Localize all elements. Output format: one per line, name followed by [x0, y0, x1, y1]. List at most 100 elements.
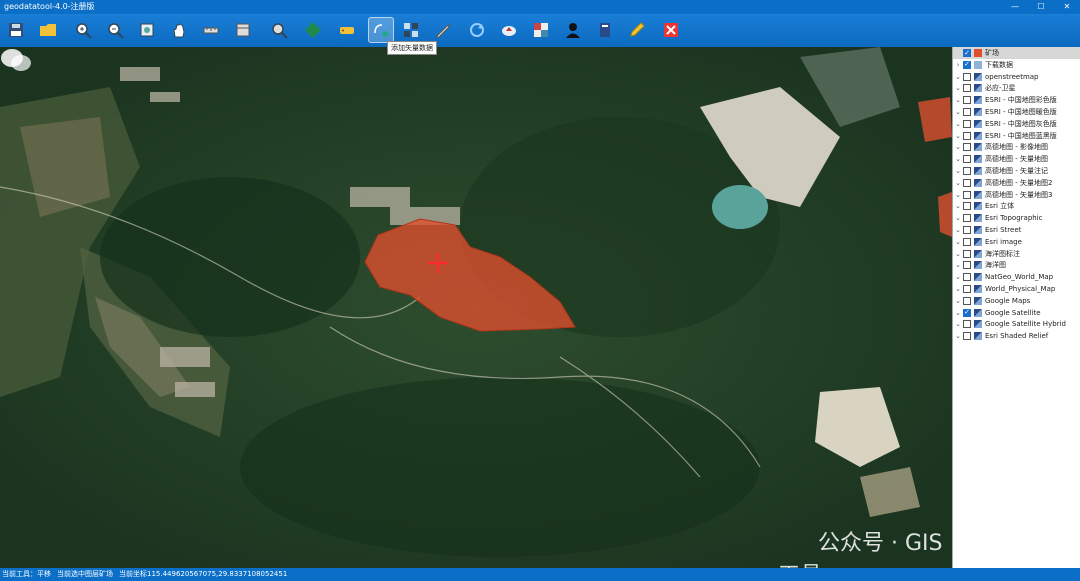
book-button[interactable]	[592, 17, 618, 43]
layer-checkbox[interactable]	[963, 178, 971, 187]
layer-item[interactable]: ⌄ 海洋图	[953, 259, 1080, 271]
layer-style-button[interactable]	[300, 17, 326, 43]
expand-icon[interactable]: ⌄	[953, 214, 963, 222]
layer-checkbox[interactable]	[963, 285, 971, 293]
measure-area-button[interactable]	[230, 17, 256, 43]
layer-item[interactable]: ⌄ Esri Topographic	[953, 212, 1080, 224]
layer-item[interactable]: ⌄ Google Satellite Hybrid	[953, 318, 1080, 330]
expand-icon[interactable]: ⌄	[953, 108, 963, 116]
tiles-button[interactable]	[528, 17, 554, 43]
layer-checkbox[interactable]	[963, 273, 971, 282]
expand-icon[interactable]: ⌄	[953, 261, 963, 269]
close-button[interactable]	[658, 17, 684, 43]
expand-icon[interactable]: ⌄	[953, 332, 963, 340]
layer-checkbox[interactable]	[963, 131, 971, 140]
minimize-icon[interactable]: —	[1002, 0, 1028, 14]
expand-icon[interactable]: ⌄	[953, 250, 963, 258]
user-button[interactable]	[560, 17, 586, 43]
layer-checkbox[interactable]	[963, 261, 971, 270]
map-canvas[interactable]: 公众号 · GIS工具	[0, 47, 952, 568]
layer-checkbox[interactable]	[963, 320, 971, 329]
layer-item[interactable]: 矿场	[953, 47, 1080, 59]
layer-item[interactable]: ⌄ Esri Shaded Relief	[953, 330, 1080, 342]
layer-checkbox[interactable]	[963, 49, 971, 57]
expand-icon[interactable]: ⌄	[953, 297, 963, 305]
layer-checkbox[interactable]	[963, 190, 971, 199]
layer-checkbox[interactable]	[963, 72, 971, 81]
layer-checkbox[interactable]	[963, 96, 971, 105]
tools-button[interactable]	[430, 17, 456, 43]
layer-checkbox[interactable]	[963, 60, 971, 69]
expand-icon[interactable]: ⌄	[953, 320, 963, 328]
expand-icon[interactable]: ›	[953, 61, 963, 69]
layer-item[interactable]: ⌄ 高德地图 - 影像地图	[953, 141, 1080, 153]
expand-icon[interactable]: ⌄	[953, 202, 963, 210]
expand-icon[interactable]: ⌄	[953, 96, 963, 104]
expand-icon[interactable]: ⌄	[953, 273, 963, 281]
expand-icon[interactable]: ⌄	[953, 285, 963, 293]
add-vector-button[interactable]	[368, 17, 394, 43]
layer-item[interactable]: › 下载数据	[953, 59, 1080, 71]
layer-checkbox[interactable]	[963, 296, 971, 305]
layer-item[interactable]: ⌄ 必应-卫星	[953, 82, 1080, 94]
layer-checkbox[interactable]	[963, 214, 971, 223]
layer-checkbox[interactable]	[963, 202, 971, 211]
maximize-icon[interactable]: ☐	[1028, 0, 1054, 14]
zoom-in-button[interactable]	[70, 17, 96, 43]
layer-item[interactable]: ⌄ 海洋图标注	[953, 248, 1080, 260]
layer-checkbox[interactable]	[963, 143, 971, 152]
layer-checkbox[interactable]	[963, 308, 971, 317]
layer-item[interactable]: ⌄ Esri Street	[953, 224, 1080, 236]
layer-checkbox[interactable]	[963, 108, 971, 116]
layer-item[interactable]: ⌄ 高德地图 - 矢量注记	[953, 165, 1080, 177]
layer-item[interactable]: ⌄ Google Maps	[953, 295, 1080, 307]
layer-checkbox[interactable]	[963, 249, 971, 258]
full-extent-button[interactable]	[134, 17, 160, 43]
layer-item[interactable]: ⌄ openstreetmap	[953, 71, 1080, 83]
layer-item[interactable]: ⌄ NatGeo_World_Map	[953, 271, 1080, 283]
expand-icon[interactable]: ⌄	[953, 132, 963, 140]
layer-checkbox[interactable]	[963, 237, 971, 246]
expand-icon[interactable]: ⌄	[953, 191, 963, 199]
window-close-icon[interactable]: ✕	[1054, 0, 1080, 14]
layer-item[interactable]: ⌄ Google Satellite	[953, 307, 1080, 319]
layer-checkbox[interactable]	[963, 84, 971, 93]
save-button[interactable]	[3, 17, 29, 43]
expand-icon[interactable]: ⌄	[953, 84, 963, 92]
search-button[interactable]	[266, 17, 292, 43]
expand-icon[interactable]: ⌄	[953, 167, 963, 175]
expand-icon[interactable]: ⌄	[953, 120, 963, 128]
expand-icon[interactable]: ⌄	[953, 73, 963, 81]
expand-icon[interactable]: ⌄	[953, 155, 963, 163]
layer-item[interactable]: ⌄ ESRI - 中国地图灰色版	[953, 118, 1080, 130]
layer-item[interactable]: ⌄ 高德地图 - 矢量地图2	[953, 177, 1080, 189]
refresh-button[interactable]	[464, 17, 490, 43]
layer-item[interactable]: ⌄ World_Physical_Map	[953, 283, 1080, 295]
zoom-out-button[interactable]	[102, 17, 128, 43]
pan-button[interactable]	[166, 17, 192, 43]
layer-item[interactable]: ⌄ 高德地图 - 矢量地图3	[953, 189, 1080, 201]
expand-icon[interactable]: ⌄	[953, 238, 963, 246]
measure-button[interactable]	[198, 17, 224, 43]
grid-button[interactable]	[398, 17, 424, 43]
layer-checkbox[interactable]	[963, 226, 971, 234]
expand-icon[interactable]: ⌄	[953, 179, 963, 187]
cloud-button[interactable]	[496, 17, 522, 43]
layer-item[interactable]: ⌄ Esri 立体	[953, 200, 1080, 212]
expand-icon[interactable]: ⌄	[953, 226, 963, 234]
expand-icon[interactable]: ⌄	[953, 309, 963, 317]
layer-checkbox[interactable]	[963, 167, 971, 175]
layer-item[interactable]: ⌄ 高德地图 - 矢量地图	[953, 153, 1080, 165]
layer-checkbox[interactable]	[963, 332, 971, 341]
layer-checkbox[interactable]	[963, 119, 971, 128]
layer-item[interactable]: ⌄ ESRI - 中国地图暖色版	[953, 106, 1080, 118]
layer-label: 海洋图	[985, 261, 1006, 270]
edit-button[interactable]	[624, 17, 650, 43]
layer-item[interactable]: ⌄ ESRI - 中国地图彩色版	[953, 94, 1080, 106]
layer-checkbox[interactable]	[963, 155, 971, 164]
layer-item[interactable]: ⌄ ESRI - 中国地图蓝黑版	[953, 130, 1080, 142]
expand-icon[interactable]: ⌄	[953, 143, 963, 151]
layer-item[interactable]: ⌄ Esri image	[953, 236, 1080, 248]
tag-button[interactable]	[334, 17, 360, 43]
open-button[interactable]	[35, 17, 61, 43]
